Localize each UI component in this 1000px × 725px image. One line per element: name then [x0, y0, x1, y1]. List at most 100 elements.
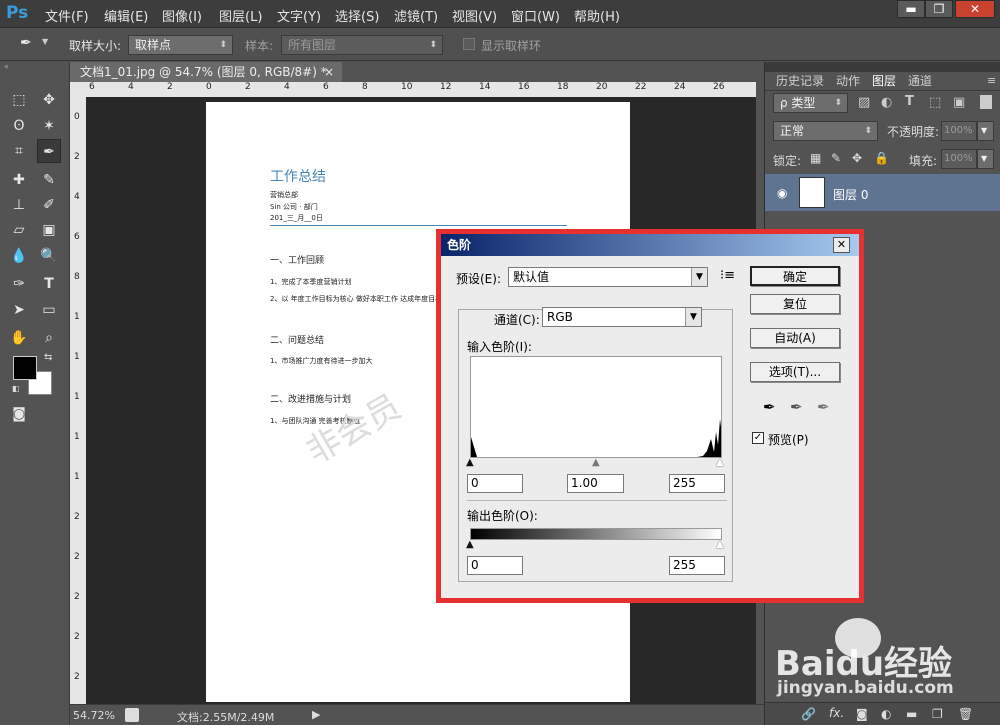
input-white-field[interactable]: 255 [669, 474, 725, 493]
gamma-slider[interactable]: ▲ [592, 457, 600, 468]
type-filter-icon[interactable]: T [905, 94, 914, 109]
close-window-button[interactable]: ✕ [955, 0, 995, 18]
panel-menu-icon[interactable]: ≡ [987, 74, 996, 87]
channel-select[interactable]: RGB ▼ [542, 307, 702, 327]
sample-select[interactable]: 所有图层 ⬍ [281, 35, 443, 55]
default-colors-icon[interactable]: ◧ [12, 384, 20, 393]
menu-edit[interactable]: 编辑(E) [104, 6, 148, 25]
history-brush-tool-icon[interactable]: ✐ [37, 193, 61, 217]
brush-tool-icon[interactable]: ✎ [37, 168, 61, 192]
gray-eyedropper-icon[interactable]: ✒ [790, 398, 803, 416]
healing-brush-tool-icon[interactable]: ✚ [7, 168, 31, 192]
tab-channels[interactable]: 通道 [903, 72, 937, 90]
output-white-field[interactable]: 255 [669, 556, 725, 575]
black-eyedropper-icon[interactable]: ✒ [763, 398, 776, 416]
menu-window[interactable]: 窗口(W) [511, 6, 560, 25]
blend-mode-select[interactable]: 正常 ⬍ [773, 121, 878, 141]
folder-icon[interactable]: ▬ [906, 707, 917, 721]
smart-object-filter-icon[interactable]: ▣ [953, 95, 965, 110]
crop-tool-icon[interactable]: ⌗ [7, 139, 31, 163]
lock-pixels-icon[interactable]: ✎ [831, 151, 841, 165]
quick-mask-icon[interactable]: ◙ [7, 402, 31, 426]
blur-tool-icon[interactable]: 💧 [7, 244, 31, 268]
input-black-field[interactable]: 0 [467, 474, 523, 493]
move-tool-icon[interactable]: ✥ [37, 88, 61, 112]
black-point-slider[interactable]: ▲ [466, 457, 474, 468]
magic-wand-tool-icon[interactable]: ✶ [37, 114, 61, 138]
zoom-tool-icon[interactable]: ⌕ [37, 326, 61, 350]
white-eyedropper-icon[interactable]: ✒ [817, 398, 830, 416]
preset-options-icon[interactable]: ⁝≡ [720, 268, 735, 283]
zoom-readout[interactable]: 54.72% [73, 709, 115, 722]
fill-input[interactable]: 100% [941, 149, 977, 169]
eyedropper-tool-icon[interactable]: ✒ [37, 139, 61, 163]
menu-help[interactable]: 帮助(H) [574, 6, 620, 25]
fill-dropdown-icon[interactable]: ▼ [977, 149, 994, 169]
shape-filter-icon[interactable]: ⬚ [929, 95, 941, 110]
pixel-filter-icon[interactable]: ▨ [858, 95, 870, 110]
restore-button[interactable]: ❐ [925, 0, 953, 18]
collapse-icon[interactable]: « [4, 62, 9, 71]
new-layer-icon[interactable]: ❐ [932, 707, 943, 721]
preset-select[interactable]: 默认值 ▼ [508, 267, 708, 287]
hand-tool-icon[interactable]: ✋ [7, 326, 31, 350]
eyedropper-tool-icon[interactable]: ✒ [20, 35, 32, 51]
marquee-tool-icon[interactable]: ⬚ [7, 88, 31, 112]
pen-tool-icon[interactable]: ✑ [7, 272, 31, 296]
white-point-slider[interactable]: ▲ [716, 457, 724, 468]
menu-type[interactable]: 文字(Y) [277, 6, 321, 25]
output-white-slider[interactable]: ▲ [716, 539, 724, 550]
auto-button[interactable]: 自动(A) [750, 328, 840, 348]
dodge-tool-icon[interactable]: 🔍 [37, 244, 61, 268]
menu-filter[interactable]: 滤镜(T) [394, 6, 438, 25]
eraser-tool-icon[interactable]: ▱ [7, 218, 31, 242]
adjustment-filter-icon[interactable]: ◐ [881, 95, 892, 110]
stamp-tool-icon[interactable]: ⊥ [7, 193, 31, 217]
swap-colors-icon[interactable]: ⇆ [44, 352, 52, 363]
type-tool-icon[interactable]: T [37, 272, 61, 296]
output-black-slider[interactable]: ▲ [466, 539, 474, 550]
lock-transparent-icon[interactable]: ▦ [810, 151, 821, 165]
visibility-eye-icon[interactable]: ◉ [777, 186, 787, 200]
shape-tool-icon[interactable]: ▭ [37, 298, 61, 322]
layer-name[interactable]: 图层 0 [833, 186, 868, 203]
tab-history[interactable]: 历史记录 [769, 72, 831, 90]
layer-filter-select[interactable]: ρ 类型 ⬍ [773, 93, 848, 113]
minimize-button[interactable]: ▬ [897, 0, 925, 18]
dialog-title[interactable]: 色阶 [441, 234, 859, 256]
tab-layers[interactable]: 图层 [867, 72, 901, 90]
close-icon[interactable]: × [324, 62, 334, 82]
fx-icon[interactable]: fx. [829, 706, 844, 720]
tab-actions[interactable]: 动作 [831, 72, 865, 90]
opacity-dropdown-icon[interactable]: ▼ [977, 121, 994, 141]
menu-view[interactable]: 视图(V) [452, 6, 497, 25]
menu-image[interactable]: 图像(I) [162, 6, 202, 25]
opacity-input[interactable]: 100% [941, 121, 977, 141]
adjustment-layer-icon[interactable]: ◐ [881, 707, 891, 721]
document-tab[interactable]: 文档1_01.jpg @ 54.7% (图层 0, RGB/8#) * × [70, 62, 342, 82]
input-gamma-field[interactable]: 1.00 [567, 474, 624, 493]
foreground-color-swatch[interactable] [13, 356, 37, 380]
preview-checkbox[interactable]: ✓ [752, 432, 764, 444]
menu-layer[interactable]: 图层(L) [219, 6, 262, 25]
status-info-icon[interactable] [125, 708, 139, 722]
reset-button[interactable]: 复位 [750, 294, 840, 314]
output-black-field[interactable]: 0 [467, 556, 523, 575]
expand-arrow-icon[interactable]: ▶ [312, 708, 320, 721]
link-layers-icon[interactable]: 🔗 [801, 707, 816, 721]
options-button[interactable]: 选项(T)... [750, 362, 840, 382]
ok-button[interactable]: 确定 [750, 266, 840, 286]
lock-position-icon[interactable]: ✥ [852, 151, 862, 165]
lasso-tool-icon[interactable]: ʘ [7, 114, 31, 138]
filter-toggle-icon[interactable] [980, 95, 992, 109]
path-selection-tool-icon[interactable]: ➤ [7, 298, 31, 322]
layer-row[interactable]: ◉ 图层 0 [765, 174, 1000, 211]
menu-select[interactable]: 选择(S) [335, 6, 379, 25]
sample-size-select[interactable]: 取样点 ⬍ [128, 35, 233, 55]
gradient-tool-icon[interactable]: ▣ [37, 218, 61, 242]
show-ring-checkbox[interactable] [463, 38, 475, 50]
lock-all-icon[interactable]: 🔒 [874, 151, 889, 165]
menu-file[interactable]: 文件(F) [45, 6, 89, 25]
add-mask-icon[interactable]: ◙ [856, 707, 868, 721]
tool-preset-chevron-icon[interactable]: ▼ [42, 37, 48, 46]
